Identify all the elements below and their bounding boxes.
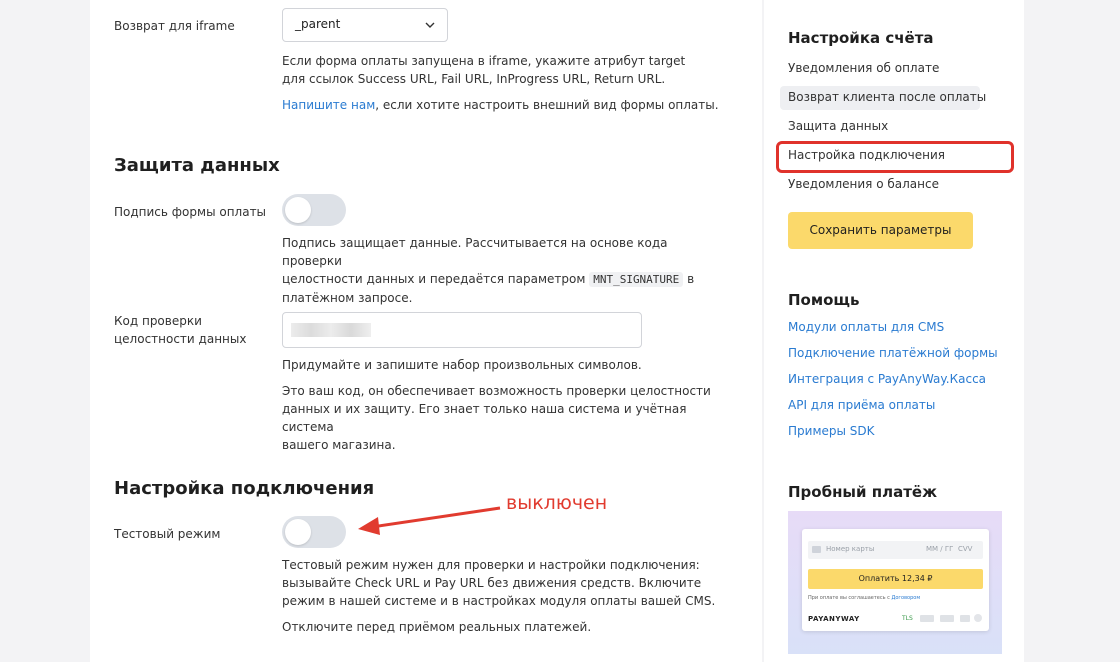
brand-logo: PAYANYWAY	[808, 615, 860, 623]
trial-payment-preview[interactable]: Номер карты ММ / ГГ CVV Оплатить 12,34 ₽…	[788, 511, 1002, 654]
iframe-return-help: Если форма оплаты запущена в iframe, ука…	[282, 54, 686, 86]
signature-help-line-1: Подпись защищает данные. Рассчитывается …	[282, 236, 668, 268]
connection-title: Настройка подключения	[114, 478, 375, 499]
help-link-sdk[interactable]: Примеры SDK	[788, 424, 875, 438]
code-description: Это ваш код, он обеспечивает возможность…	[282, 382, 722, 454]
trial-payment-title: Пробный платёж	[788, 483, 937, 501]
mastercard-icon	[974, 614, 982, 622]
secure-badge-icon	[940, 615, 954, 622]
sidebar: Настройка счёта Уведомления об оплате Во…	[764, 0, 1024, 662]
code-desc-line-3: вашего магазина.	[282, 438, 396, 452]
code-label-line-2: целостности данных	[114, 332, 247, 346]
cvv-placeholder: CVV	[958, 545, 973, 553]
iframe-return-label: Возврат для iframe	[114, 19, 235, 33]
payment-form-card: Номер карты ММ / ГГ CVV Оплатить 12,34 ₽…	[802, 529, 989, 631]
signature-toggle[interactable]	[282, 194, 346, 226]
code-desc-line-2: данных и их защиту. Его знает только наш…	[282, 402, 687, 434]
test-help-line-2: вызывайте Check URL и Pay URL без движен…	[282, 576, 702, 590]
help-link-payment-form[interactable]: Подключение платёжной формы	[788, 346, 998, 360]
sidebar-item-data-protection[interactable]: Защита данных	[788, 119, 888, 133]
secure-badge-icon	[920, 615, 934, 622]
secure-badge-icon	[960, 615, 970, 622]
signature-help-in: в	[687, 272, 695, 286]
signature-help-text: целостности данных и передаётся параметр…	[282, 272, 586, 286]
test-mode-toggle[interactable]	[282, 516, 346, 548]
iframe-target-value: _parent	[295, 17, 341, 31]
contact-rest: , если хотите настроить внешний вид форм…	[375, 98, 719, 112]
agreement-prefix: При оплате вы соглашаетесь с	[808, 595, 890, 601]
save-settings-button[interactable]: Сохранить параметры	[788, 212, 973, 249]
iframe-target-select[interactable]: _parent	[282, 8, 448, 42]
annotation-arrow-icon	[358, 506, 501, 535]
code-hint: Придумайте и запишите набор произвольных…	[282, 358, 642, 372]
signature-label: Подпись формы оплаты	[114, 205, 267, 219]
help-link-kassa[interactable]: Интеграция с PayAnyWay.Касса	[788, 372, 986, 386]
expiry-placeholder: ММ / ГГ	[926, 545, 954, 553]
card-icon	[812, 546, 821, 553]
sidebar-item-client-return[interactable]: Возврат клиента после оплаты	[788, 90, 986, 104]
toggle-knob	[285, 197, 311, 223]
chevron-down-icon	[425, 22, 435, 28]
signature-help-line-3: платёжном запросе.	[282, 291, 413, 305]
redacted-value	[291, 323, 371, 337]
signature-help: Подпись защищает данные. Рассчитывается …	[282, 234, 722, 307]
contact-link[interactable]: Напишите нам	[282, 98, 375, 112]
sidebar-item-balance-notifications[interactable]: Уведомления о балансе	[788, 177, 939, 191]
card-number-placeholder: Номер карты	[826, 545, 875, 553]
account-settings-title: Настройка счёта	[788, 29, 934, 47]
help-title: Помощь	[788, 291, 860, 309]
toggle-knob	[285, 519, 311, 545]
agreement-link: Договором	[891, 595, 921, 601]
agreement-text: При оплате вы соглашаетесь с Договором	[808, 595, 920, 601]
signature-param-code: MNT_SIGNATURE	[589, 272, 684, 287]
help-link-cms[interactable]: Модули оплаты для CMS	[788, 320, 944, 334]
sidebar-item-connection[interactable]: Настройка подключения	[788, 148, 945, 162]
data-protection-title: Защита данных	[114, 155, 280, 176]
sidebar-item-payment-notifications[interactable]: Уведомления об оплате	[788, 61, 939, 75]
annotation-label: выключен	[506, 492, 608, 514]
test-mode-help: Тестовый режим нужен для проверки и наст…	[282, 556, 722, 610]
code-label-line-1: Код проверки	[114, 314, 202, 328]
signature-help-line-2: целостности данных и передаётся параметр…	[282, 270, 722, 289]
tls-badge: TLS	[902, 615, 913, 622]
code-label: Код проверки целостности данных	[114, 312, 246, 348]
help-link-api[interactable]: API для приёма оплаты	[788, 398, 935, 412]
test-help-line-3: режим в нашей системе и в настройках мод…	[282, 594, 716, 608]
card-number-field: Номер карты ММ / ГГ CVV	[808, 541, 983, 559]
preview-pay-button: Оплатить 12,34 ₽	[808, 569, 983, 589]
code-desc-line-1: Это ваш код, он обеспечивает возможность…	[282, 384, 711, 398]
test-mode-note: Отключите перед приёмом реальных платеже…	[282, 620, 592, 634]
integrity-code-input[interactable]	[282, 312, 642, 348]
test-mode-label: Тестовый режим	[114, 527, 221, 541]
contact-line: Напишите нам, если хотите настроить внеш…	[282, 96, 722, 114]
test-help-line-1: Тестовый режим нужен для проверки и наст…	[282, 558, 700, 572]
settings-form: Возврат для iframe _parent Если форма оп…	[90, 0, 762, 662]
